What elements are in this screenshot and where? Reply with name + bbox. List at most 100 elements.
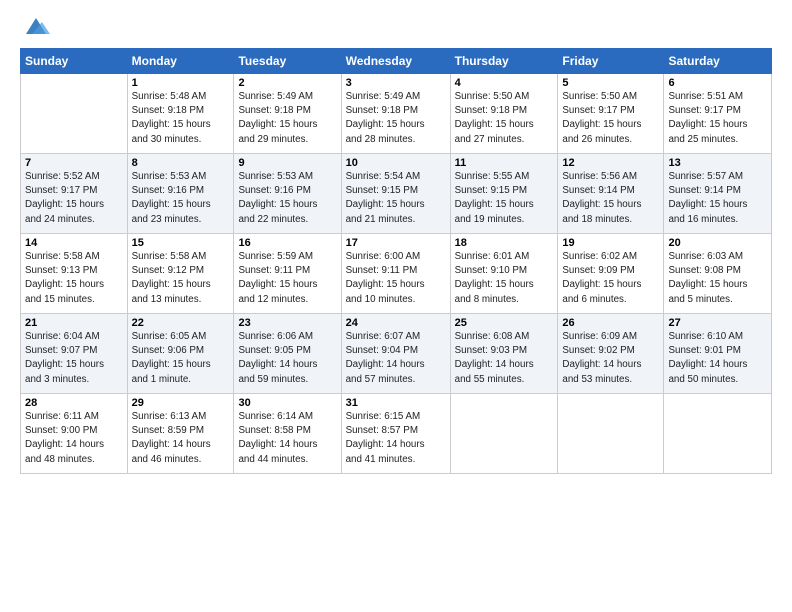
calendar-cell: 30Sunrise: 6:14 AMSunset: 8:58 PMDayligh…: [234, 394, 341, 474]
day-info: Sunrise: 5:54 AMSunset: 9:15 PMDaylight:…: [346, 170, 446, 227]
day-number: 19: [562, 237, 659, 249]
day-info: Sunrise: 6:04 AMSunset: 9:07 PMDaylight:…: [25, 330, 123, 387]
day-info: Sunrise: 6:08 AMSunset: 9:03 PMDaylight:…: [455, 330, 554, 387]
col-header-wednesday: Wednesday: [341, 49, 450, 74]
calendar-cell: 31Sunrise: 6:15 AMSunset: 8:57 PMDayligh…: [341, 394, 450, 474]
calendar-cell: 17Sunrise: 6:00 AMSunset: 9:11 PMDayligh…: [341, 234, 450, 314]
calendar-cell: 24Sunrise: 6:07 AMSunset: 9:04 PMDayligh…: [341, 314, 450, 394]
day-number: 5: [562, 77, 659, 89]
day-info: Sunrise: 5:50 AMSunset: 9:18 PMDaylight:…: [455, 90, 554, 147]
day-number: 25: [455, 317, 554, 329]
header: [20, 16, 772, 40]
day-number: 29: [132, 397, 230, 409]
page: SundayMondayTuesdayWednesdayThursdayFrid…: [0, 0, 792, 612]
day-number: 23: [238, 317, 336, 329]
calendar-cell: [558, 394, 664, 474]
calendar-week-row: 1Sunrise: 5:48 AMSunset: 9:18 PMDaylight…: [21, 74, 772, 154]
col-header-monday: Monday: [127, 49, 234, 74]
day-info: Sunrise: 5:48 AMSunset: 9:18 PMDaylight:…: [132, 90, 230, 147]
day-number: 27: [668, 317, 767, 329]
day-number: 3: [346, 77, 446, 89]
calendar-cell: 10Sunrise: 5:54 AMSunset: 9:15 PMDayligh…: [341, 154, 450, 234]
calendar-cell: 3Sunrise: 5:49 AMSunset: 9:18 PMDaylight…: [341, 74, 450, 154]
calendar-week-row: 14Sunrise: 5:58 AMSunset: 9:13 PMDayligh…: [21, 234, 772, 314]
day-number: 4: [455, 77, 554, 89]
day-number: 26: [562, 317, 659, 329]
day-number: 14: [25, 237, 123, 249]
day-number: 13: [668, 157, 767, 169]
day-info: Sunrise: 5:52 AMSunset: 9:17 PMDaylight:…: [25, 170, 123, 227]
calendar-cell: 8Sunrise: 5:53 AMSunset: 9:16 PMDaylight…: [127, 154, 234, 234]
col-header-sunday: Sunday: [21, 49, 128, 74]
day-number: 17: [346, 237, 446, 249]
day-info: Sunrise: 5:53 AMSunset: 9:16 PMDaylight:…: [132, 170, 230, 227]
calendar-cell: 26Sunrise: 6:09 AMSunset: 9:02 PMDayligh…: [558, 314, 664, 394]
calendar-header-row: SundayMondayTuesdayWednesdayThursdayFrid…: [21, 49, 772, 74]
day-number: 12: [562, 157, 659, 169]
calendar-cell: 14Sunrise: 5:58 AMSunset: 9:13 PMDayligh…: [21, 234, 128, 314]
col-header-tuesday: Tuesday: [234, 49, 341, 74]
calendar-cell: 20Sunrise: 6:03 AMSunset: 9:08 PMDayligh…: [664, 234, 772, 314]
logo: [20, 16, 50, 40]
day-number: 22: [132, 317, 230, 329]
day-number: 11: [455, 157, 554, 169]
day-info: Sunrise: 6:00 AMSunset: 9:11 PMDaylight:…: [346, 250, 446, 307]
calendar-cell: 18Sunrise: 6:01 AMSunset: 9:10 PMDayligh…: [450, 234, 558, 314]
calendar-cell: 29Sunrise: 6:13 AMSunset: 8:59 PMDayligh…: [127, 394, 234, 474]
day-info: Sunrise: 6:03 AMSunset: 9:08 PMDaylight:…: [668, 250, 767, 307]
calendar-cell: 28Sunrise: 6:11 AMSunset: 9:00 PMDayligh…: [21, 394, 128, 474]
calendar-cell: 5Sunrise: 5:50 AMSunset: 9:17 PMDaylight…: [558, 74, 664, 154]
day-info: Sunrise: 5:57 AMSunset: 9:14 PMDaylight:…: [668, 170, 767, 227]
day-number: 16: [238, 237, 336, 249]
calendar-cell: 22Sunrise: 6:05 AMSunset: 9:06 PMDayligh…: [127, 314, 234, 394]
calendar-cell: 9Sunrise: 5:53 AMSunset: 9:16 PMDaylight…: [234, 154, 341, 234]
calendar-cell: 27Sunrise: 6:10 AMSunset: 9:01 PMDayligh…: [664, 314, 772, 394]
calendar-cell: [664, 394, 772, 474]
calendar-cell: 12Sunrise: 5:56 AMSunset: 9:14 PMDayligh…: [558, 154, 664, 234]
calendar-cell: 6Sunrise: 5:51 AMSunset: 9:17 PMDaylight…: [664, 74, 772, 154]
day-number: 28: [25, 397, 123, 409]
day-number: 20: [668, 237, 767, 249]
day-number: 18: [455, 237, 554, 249]
day-info: Sunrise: 5:58 AMSunset: 9:13 PMDaylight:…: [25, 250, 123, 307]
day-info: Sunrise: 5:50 AMSunset: 9:17 PMDaylight:…: [562, 90, 659, 147]
day-info: Sunrise: 5:55 AMSunset: 9:15 PMDaylight:…: [455, 170, 554, 227]
calendar-cell: 11Sunrise: 5:55 AMSunset: 9:15 PMDayligh…: [450, 154, 558, 234]
day-number: 30: [238, 397, 336, 409]
calendar-cell: 25Sunrise: 6:08 AMSunset: 9:03 PMDayligh…: [450, 314, 558, 394]
day-number: 21: [25, 317, 123, 329]
day-info: Sunrise: 5:53 AMSunset: 9:16 PMDaylight:…: [238, 170, 336, 227]
calendar-cell: 4Sunrise: 5:50 AMSunset: 9:18 PMDaylight…: [450, 74, 558, 154]
calendar-cell: 1Sunrise: 5:48 AMSunset: 9:18 PMDaylight…: [127, 74, 234, 154]
calendar-table: SundayMondayTuesdayWednesdayThursdayFrid…: [20, 48, 772, 474]
calendar-week-row: 21Sunrise: 6:04 AMSunset: 9:07 PMDayligh…: [21, 314, 772, 394]
day-number: 15: [132, 237, 230, 249]
calendar-cell: 19Sunrise: 6:02 AMSunset: 9:09 PMDayligh…: [558, 234, 664, 314]
day-number: 7: [25, 157, 123, 169]
day-number: 31: [346, 397, 446, 409]
day-info: Sunrise: 6:01 AMSunset: 9:10 PMDaylight:…: [455, 250, 554, 307]
calendar-cell: 7Sunrise: 5:52 AMSunset: 9:17 PMDaylight…: [21, 154, 128, 234]
calendar-cell: [21, 74, 128, 154]
day-info: Sunrise: 6:06 AMSunset: 9:05 PMDaylight:…: [238, 330, 336, 387]
calendar-week-row: 28Sunrise: 6:11 AMSunset: 9:00 PMDayligh…: [21, 394, 772, 474]
day-number: 6: [668, 77, 767, 89]
calendar-cell: [450, 394, 558, 474]
day-number: 24: [346, 317, 446, 329]
calendar-cell: 15Sunrise: 5:58 AMSunset: 9:12 PMDayligh…: [127, 234, 234, 314]
day-info: Sunrise: 6:05 AMSunset: 9:06 PMDaylight:…: [132, 330, 230, 387]
day-info: Sunrise: 6:07 AMSunset: 9:04 PMDaylight:…: [346, 330, 446, 387]
calendar-week-row: 7Sunrise: 5:52 AMSunset: 9:17 PMDaylight…: [21, 154, 772, 234]
day-number: 8: [132, 157, 230, 169]
logo-icon: [22, 12, 50, 40]
calendar-cell: 21Sunrise: 6:04 AMSunset: 9:07 PMDayligh…: [21, 314, 128, 394]
day-info: Sunrise: 6:02 AMSunset: 9:09 PMDaylight:…: [562, 250, 659, 307]
calendar-cell: 2Sunrise: 5:49 AMSunset: 9:18 PMDaylight…: [234, 74, 341, 154]
day-info: Sunrise: 5:51 AMSunset: 9:17 PMDaylight:…: [668, 90, 767, 147]
calendar-cell: 13Sunrise: 5:57 AMSunset: 9:14 PMDayligh…: [664, 154, 772, 234]
day-number: 10: [346, 157, 446, 169]
day-number: 2: [238, 77, 336, 89]
day-number: 9: [238, 157, 336, 169]
day-info: Sunrise: 6:11 AMSunset: 9:00 PMDaylight:…: [25, 410, 123, 467]
col-header-thursday: Thursday: [450, 49, 558, 74]
